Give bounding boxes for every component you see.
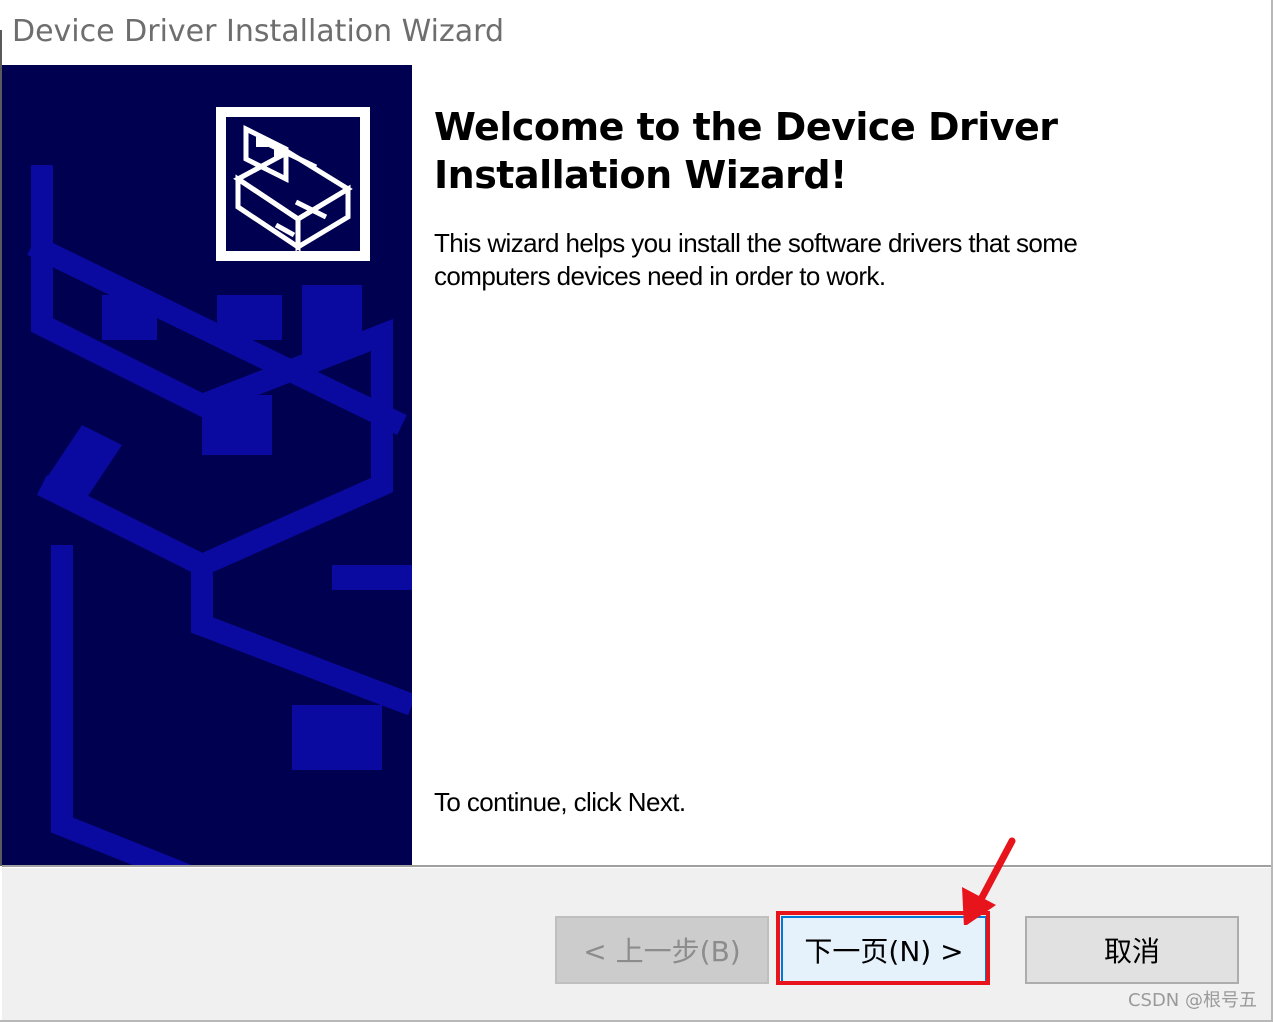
hardware-background-graphic	[27, 107, 412, 865]
wizard-window: Device Driver Installation Wizard Welcom…	[0, 0, 1273, 1022]
window-title: Device Driver Installation Wizard	[12, 14, 504, 49]
hardware-device-icon	[216, 107, 370, 261]
continue-instruction: To continue, click Next.	[434, 787, 686, 817]
welcome-heading: Welcome to the Device Driver Installatio…	[434, 105, 1058, 197]
title-bar[interactable]: Device Driver Installation Wizard	[0, 0, 1271, 64]
cancel-button[interactable]: 取消	[1025, 916, 1239, 984]
back-button[interactable]: < 上一步(B)	[555, 916, 769, 984]
wizard-description: This wizard helps you install the softwa…	[434, 228, 1078, 291]
wizard-side-banner	[2, 65, 412, 865]
watermark: CSDN @根号五	[1127, 990, 1257, 1011]
red-arrow-icon	[962, 837, 1016, 925]
next-button[interactable]: 下一页(N) >	[781, 916, 987, 984]
wizard-content: Welcome to the Device Driver Installatio…	[412, 65, 1271, 865]
button-bar: < 上一步(B) 下一页(N) > 取消	[2, 868, 1271, 1020]
